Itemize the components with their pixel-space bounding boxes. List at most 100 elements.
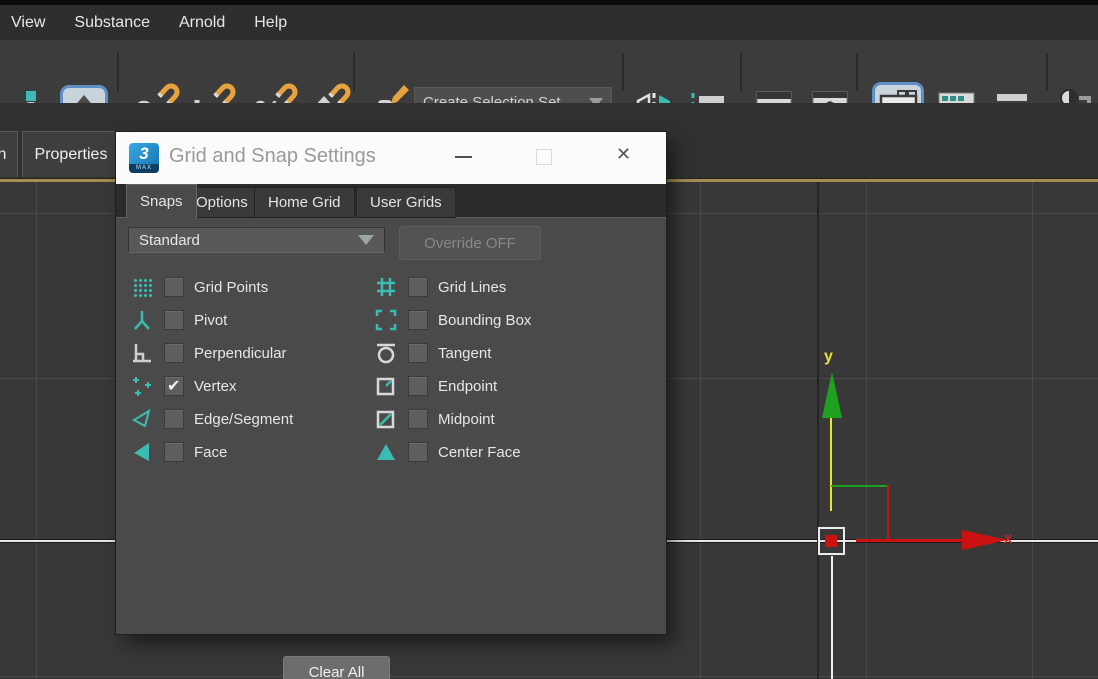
- perpendicular-label: Perpendicular: [194, 344, 287, 362]
- chevron-down-icon: [358, 235, 374, 245]
- align-icon: [691, 93, 724, 103]
- grid-line: [0, 676, 1098, 677]
- vertex-icon: [130, 374, 154, 398]
- spinner-snap-toggle-button[interactable]: [299, 83, 351, 103]
- schematic-view-button[interactable]: [988, 87, 1036, 103]
- grid-lines-icon: [374, 275, 398, 299]
- dialog-title: Grid and Snap Settings: [169, 145, 376, 167]
- pencil-icon: [391, 85, 409, 103]
- 3dsmax-logo: 3 MAX: [129, 143, 159, 173]
- grid-line: [866, 182, 867, 679]
- perpendicular-icon: [130, 341, 154, 365]
- layer-explorer-toggle-button[interactable]: [806, 87, 854, 103]
- snap-preset-dropdown[interactable]: Standard: [128, 227, 385, 253]
- mirror-button[interactable]: [630, 87, 678, 103]
- grid-points-checkbox[interactable]: [164, 277, 184, 297]
- material-editor-button[interactable]: [1058, 87, 1098, 103]
- vertex-label: Vertex: [194, 377, 237, 395]
- select-and-manipulate-button[interactable]: [6, 87, 54, 103]
- menu-bar: View Substance Arnold Help: [0, 5, 1098, 40]
- snaps-toggle-2-label: 2: [135, 96, 152, 104]
- minimize-button[interactable]: [455, 156, 472, 158]
- gizmo-y-shaft[interactable]: [830, 418, 832, 511]
- endpoint-checkbox[interactable]: [408, 376, 428, 396]
- select-object-button[interactable]: [60, 85, 108, 103]
- panel-tab-partial-label: n: [0, 145, 7, 163]
- grid-points-label: Grid Points: [194, 278, 269, 296]
- tangent-checkbox[interactable]: [408, 343, 428, 363]
- tab-snaps[interactable]: Snaps: [126, 184, 197, 218]
- create-selection-set-value: Create Selection Set: [423, 93, 561, 104]
- vertex-checkbox[interactable]: [164, 376, 184, 396]
- endpoint-icon: [374, 374, 398, 398]
- panel-tab-properties[interactable]: Properties: [22, 131, 120, 177]
- gizmo-xy-plane-red-edge[interactable]: [887, 485, 889, 542]
- tab-user-grids[interactable]: User Grids: [356, 187, 456, 218]
- gizmo-xy-plane-green-edge[interactable]: [831, 485, 889, 487]
- override-off-button[interactable]: Override OFF: [399, 226, 541, 260]
- menu-substance[interactable]: Substance: [74, 14, 150, 32]
- center-face-label: Center Face: [438, 443, 521, 461]
- tab-snaps-label: Snaps: [140, 193, 183, 210]
- snaps-toggle-button[interactable]: 2.5: [124, 83, 180, 104]
- material-editor-icon: [1060, 89, 1091, 103]
- tangent-icon: [374, 341, 398, 365]
- gizmo-y-arrowhead[interactable]: [822, 372, 842, 418]
- dock-arrow-icon: [997, 94, 1027, 101]
- edit-named-selection-sets-button[interactable]: {}: [360, 85, 409, 103]
- select-and-manipulate-icon: [26, 91, 36, 103]
- pivot-checkbox[interactable]: [164, 310, 184, 330]
- object-edge-line: [831, 556, 833, 679]
- logo-sub: MAX: [129, 164, 159, 173]
- grid-y-axis-line: [817, 182, 819, 679]
- panel-tab-partial[interactable]: n: [0, 131, 18, 177]
- main-toolbar: 2.5 %: [0, 40, 1098, 103]
- panel-tab-properties-label: Properties: [34, 145, 108, 163]
- menu-view[interactable]: View: [11, 14, 45, 32]
- center-face-checkbox[interactable]: [408, 442, 428, 462]
- angle-snap-toggle-button[interactable]: [182, 83, 236, 103]
- menu-help[interactable]: Help: [254, 14, 287, 32]
- gizmo-x-arrowhead[interactable]: [962, 530, 1008, 550]
- bounding-box-checkbox[interactable]: [408, 310, 428, 330]
- clear-all-button[interactable]: Clear All: [283, 656, 390, 679]
- curve-editor-button[interactable]: [932, 87, 980, 103]
- dialog-title-bar[interactable]: 3 MAX Grid and Snap Settings ✕: [116, 132, 666, 184]
- grid-lines-checkbox[interactable]: [408, 277, 428, 297]
- gizmo-x-shaft[interactable]: [856, 539, 964, 542]
- center-face-icon: [374, 440, 398, 464]
- face-checkbox[interactable]: [164, 442, 184, 462]
- ribbon-icon: [879, 90, 918, 103]
- edge-segment-icon: [130, 407, 154, 431]
- scene-explorer-toggle-button[interactable]: [750, 87, 798, 103]
- perpendicular-checkbox[interactable]: [164, 343, 184, 363]
- edge-segment-checkbox[interactable]: [164, 409, 184, 429]
- create-selection-set-combo[interactable]: Create Selection Set: [414, 87, 612, 103]
- close-button[interactable]: ✕: [616, 144, 631, 165]
- ribbon-toggle-button[interactable]: [872, 82, 924, 103]
- pivot-point-dot: [825, 535, 837, 547]
- mirror-icon: [636, 92, 670, 103]
- pivot-label: Pivot: [194, 311, 228, 329]
- select-arrow-icon: [77, 95, 91, 103]
- grid-points-icon: [130, 275, 154, 299]
- align-button[interactable]: [684, 87, 732, 103]
- midpoint-label: Midpoint: [438, 410, 495, 428]
- tangent-label: Tangent: [438, 344, 492, 362]
- grid-and-snap-settings-dialog: 3 MAX Grid and Snap Settings ✕ Snaps Opt…: [115, 131, 667, 679]
- face-icon: [130, 440, 154, 464]
- bounding-box-label: Bounding Box: [438, 311, 532, 329]
- dialog-tab-strip: Snaps Options Home Grid User Grids: [116, 184, 666, 218]
- percent-snap-toggle-button[interactable]: %: [240, 83, 298, 103]
- maximize-button[interactable]: [536, 149, 552, 165]
- face-label: Face: [194, 443, 228, 461]
- grid-line: [700, 182, 701, 679]
- snap-marker-square: [818, 527, 845, 555]
- tab-home-grid[interactable]: Home Grid: [254, 187, 355, 218]
- tab-options-label: Options: [196, 194, 248, 211]
- pivot-icon: [130, 308, 154, 332]
- menu-arnold[interactable]: Arnold: [179, 14, 225, 32]
- endpoint-label: Endpoint: [438, 377, 498, 395]
- midpoint-checkbox[interactable]: [408, 409, 428, 429]
- curve-editor-icon: [938, 92, 975, 103]
